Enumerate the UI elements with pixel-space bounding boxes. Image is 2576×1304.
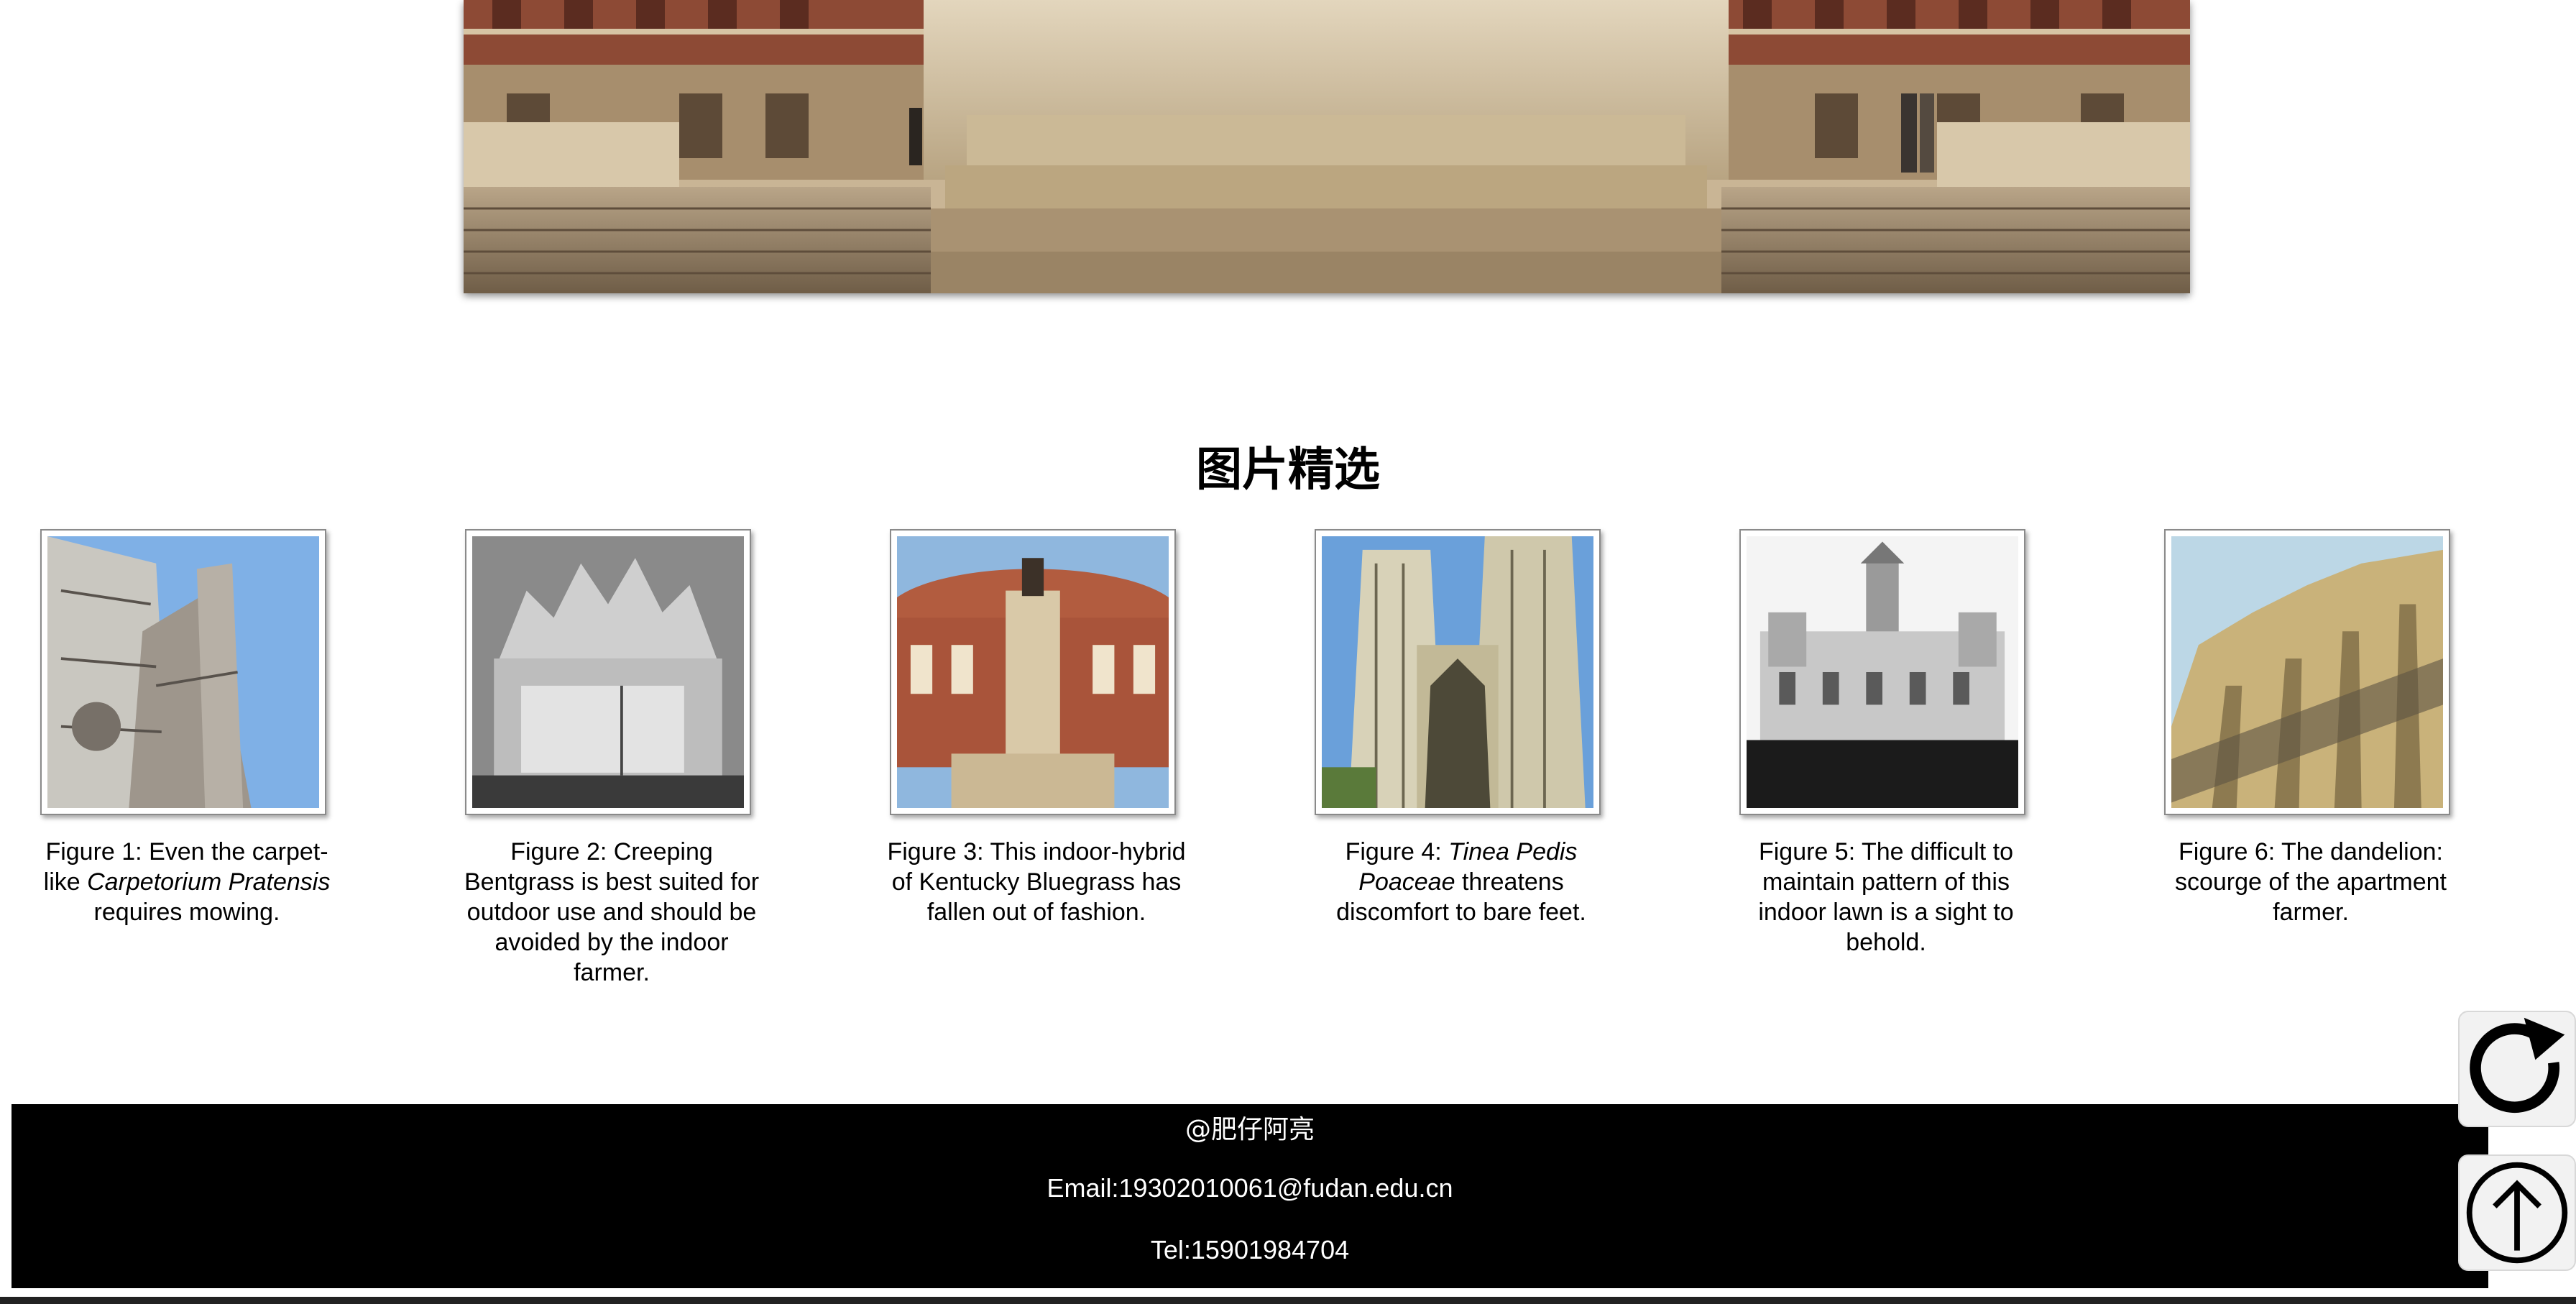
refresh-button[interactable] [2458, 1011, 2576, 1127]
caption-text: Figure 3: This indoor-hybrid of Kentucky… [887, 838, 1186, 926]
figure-caption: Figure 4: Tinea Pedis Poaceae threatens … [1309, 837, 1614, 927]
gallery-title: 图片精选 [1196, 444, 1380, 497]
caption-text-end: requires mowing. [93, 899, 280, 926]
back-to-top-button[interactable] [2458, 1154, 2576, 1271]
footer-tel: Tel:15901984704 [1150, 1235, 1350, 1264]
caption-text: Figure 2: Creeping Bentgrass is best sui… [464, 838, 760, 986]
hero-image [464, 0, 2190, 293]
figure-caption: Figure 3: This indoor-hybrid of Kentucky… [884, 837, 1189, 927]
figure-caption: Figure 5: The difficult to maintain patt… [1734, 837, 2038, 958]
refresh-icon [2470, 1017, 2565, 1114]
figure-frame[interactable] [40, 529, 326, 815]
page-bottom-border [0, 1297, 2576, 1304]
santiago-bernabeu-stadium-photo [2171, 536, 2443, 808]
figure-frame[interactable] [465, 529, 751, 815]
royal-albert-hall-steps-photo [464, 0, 2190, 293]
caption-italic: Carpetorium Pratensis [87, 868, 331, 896]
figure-frame[interactable] [1739, 529, 2025, 815]
madrid-cibeles-palace-photo [1747, 536, 2018, 808]
figure-caption: Figure 2: Creeping Bentgrass is best sui… [459, 837, 764, 988]
florence-cathedral-bell-tower-photo [47, 536, 319, 808]
footer-author: @肥仔阿亮 [1184, 1115, 1315, 1144]
figure-frame[interactable] [2164, 529, 2450, 815]
milan-cathedral-grayscale-photo [472, 536, 744, 808]
footer-email: Email:19302010061@fudan.edu.cn [1046, 1173, 1453, 1203]
caption-text: Figure 4: [1345, 838, 1449, 865]
caption-text: Figure 6: The dandelion: scourge of the … [2174, 838, 2447, 926]
figure-frame[interactable] [890, 529, 1176, 815]
arrow-up-circle-icon [2466, 1162, 2568, 1264]
figure-frame[interactable] [1315, 529, 1601, 815]
figure-caption: Figure 6: The dandelion: scourge of the … [2158, 837, 2463, 927]
caption-text: Figure 5: The difficult to maintain patt… [1758, 838, 2014, 956]
figure-caption: Figure 1: Even the carpet-like Carpetori… [34, 837, 339, 927]
footer: @肥仔阿亮 Email:19302010061@fudan.edu.cn Tel… [12, 1104, 2488, 1288]
royal-albert-hall-memorial-photo [897, 536, 1169, 808]
westminster-abbey-photo [1322, 536, 1593, 808]
